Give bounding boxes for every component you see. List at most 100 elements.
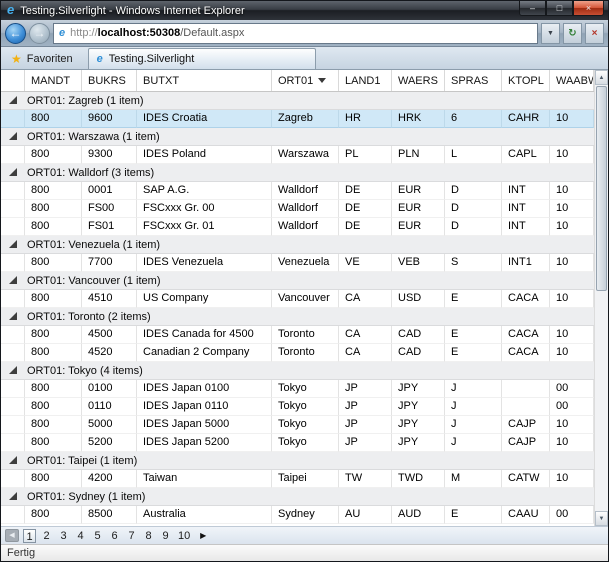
cell-butxt: Taiwan: [137, 470, 272, 488]
cell-waers: JPY: [392, 398, 445, 416]
collapse-expander-icon[interactable]: [9, 168, 17, 176]
collapse-expander-icon[interactable]: [9, 312, 17, 320]
row-indent-cell: [1, 218, 25, 236]
table-row[interactable]: 8000110IDES Japan 0110TokyoJPJPYJ00: [1, 398, 594, 416]
cell-ktopl: INT: [502, 218, 550, 236]
group-header-row[interactable]: ORT01: Sydney (1 item): [1, 488, 594, 506]
cell-ort01: Venezuela: [272, 254, 339, 272]
collapse-expander-icon[interactable]: [9, 96, 17, 104]
address-bar[interactable]: e http://localhost:50308/Default.aspx: [53, 23, 538, 44]
collapse-expander-icon[interactable]: [9, 276, 17, 284]
cell-butxt: IDES Japan 5200: [137, 434, 272, 452]
maximize-button[interactable]: □: [546, 1, 573, 16]
refresh-icon: ↻: [568, 28, 576, 39]
page-button-5[interactable]: 5: [91, 529, 104, 543]
previous-page-button[interactable]: ◀: [5, 529, 19, 542]
collapse-expander-icon[interactable]: [9, 456, 17, 464]
group-label: ORT01: Zagreb (1 item): [27, 95, 144, 107]
cell-ort01: Vancouver: [272, 290, 339, 308]
group-header-row[interactable]: ORT01: Venezuela (1 item): [1, 236, 594, 254]
table-row[interactable]: 8000100IDES Japan 0100TokyoJPJPYJ00: [1, 380, 594, 398]
column-header-waabw[interactable]: WAABW: [550, 70, 594, 91]
table-row[interactable]: 8009300IDES PolandWarszawaPLPLNLCAPL10: [1, 146, 594, 164]
cell-spras: J: [445, 398, 502, 416]
forward-button[interactable]: →: [29, 23, 50, 44]
scroll-up-button[interactable]: ▲: [595, 70, 608, 85]
cell-waabw: 10: [550, 254, 594, 272]
column-header-waers[interactable]: WAERS: [392, 70, 445, 91]
favorites-label: Favoriten: [27, 53, 73, 65]
cell-bukrs: 0100: [82, 380, 137, 398]
page-button-3[interactable]: 3: [57, 529, 70, 543]
row-indent-cell: [1, 182, 25, 200]
address-dropdown-button[interactable]: ▼: [541, 23, 560, 44]
collapse-expander-icon[interactable]: [9, 492, 17, 500]
scroll-down-button[interactable]: ▼: [595, 511, 608, 526]
table-row[interactable]: 8007700IDES VenezuelaVenezuelaVEVEBSINT1…: [1, 254, 594, 272]
table-row[interactable]: 800FS00FSCxxx Gr. 00WalldorfDEEURDINT10: [1, 200, 594, 218]
cell-mandt: 800: [25, 200, 82, 218]
back-button[interactable]: ←: [5, 23, 26, 44]
group-header-row[interactable]: ORT01: Walldorf (3 items): [1, 164, 594, 182]
collapse-expander-icon[interactable]: [9, 132, 17, 140]
column-header-mandt[interactable]: MANDT: [25, 70, 82, 91]
scroll-down-icon: ▼: [599, 516, 605, 522]
column-header-land1[interactable]: LAND1: [339, 70, 392, 91]
stop-button[interactable]: ×: [585, 23, 604, 44]
table-row[interactable]: 8004520Canadian 2 CompanyTorontoCACADECA…: [1, 344, 594, 362]
page-button-9[interactable]: 9: [159, 529, 172, 543]
column-header-ktopl[interactable]: KTOPL: [502, 70, 550, 91]
cell-mandt: 800: [25, 470, 82, 488]
page-button-7[interactable]: 7: [125, 529, 138, 543]
group-header-row[interactable]: ORT01: Toronto (2 items): [1, 308, 594, 326]
next-page-button[interactable]: ▶: [196, 529, 210, 542]
scrollbar-track[interactable]: [595, 85, 608, 511]
cell-ort01: Toronto: [272, 326, 339, 344]
cell-spras: D: [445, 200, 502, 218]
minimize-button[interactable]: –: [519, 1, 546, 16]
page-button-1[interactable]: 1: [23, 529, 36, 543]
cell-land1: AU: [339, 506, 392, 524]
cell-waers: EUR: [392, 218, 445, 236]
refresh-button[interactable]: ↻: [563, 23, 582, 44]
table-row[interactable]: 8005200IDES Japan 5200TokyoJPJPYJCAJP10: [1, 434, 594, 452]
column-header-ort01[interactable]: ORT01: [272, 70, 339, 91]
table-row[interactable]: 800FS01FSCxxx Gr. 01WalldorfDEEURDINT10: [1, 218, 594, 236]
group-header-row[interactable]: ORT01: Zagreb (1 item): [1, 92, 594, 110]
favorites-button[interactable]: ★ Favoriten: [4, 49, 80, 69]
table-row[interactable]: 8004510US CompanyVancouverCAUSDECACA10: [1, 290, 594, 308]
column-header-label: BUKRS: [88, 75, 126, 87]
scrollbar-thumb[interactable]: [596, 86, 607, 291]
group-label: ORT01: Tokyo (4 items): [27, 365, 143, 377]
table-row[interactable]: 8004200TaiwanTaipeiTWTWDMCATW10: [1, 470, 594, 488]
page-button-2[interactable]: 2: [40, 529, 53, 543]
collapse-expander-icon[interactable]: [9, 366, 17, 374]
page-button-10[interactable]: 10: [176, 529, 192, 543]
cell-ort01: Tokyo: [272, 416, 339, 434]
group-header-row[interactable]: ORT01: Vancouver (1 item): [1, 272, 594, 290]
cell-bukrs: 0110: [82, 398, 137, 416]
column-header-butxt[interactable]: BUTXT: [137, 70, 272, 91]
collapse-expander-icon[interactable]: [9, 240, 17, 248]
cell-mandt: 800: [25, 416, 82, 434]
table-row[interactable]: 8004500IDES Canada for 4500TorontoCACADE…: [1, 326, 594, 344]
table-row[interactable]: 8005000IDES Japan 5000TokyoJPJPYJCAJP10: [1, 416, 594, 434]
group-header-row[interactable]: ORT01: Warszawa (1 item): [1, 128, 594, 146]
table-row[interactable]: 8008500AustraliaSydneyAUAUDECAAU00: [1, 506, 594, 524]
group-header-row[interactable]: ORT01: Taipei (1 item): [1, 452, 594, 470]
grid-body: ORT01: Zagreb (1 item) 8009600IDES Croati…: [1, 92, 594, 526]
page-button-6[interactable]: 6: [108, 529, 121, 543]
close-icon: ×: [586, 3, 591, 13]
page-button-4[interactable]: 4: [74, 529, 87, 543]
vertical-scrollbar[interactable]: ▲ ▼: [594, 70, 608, 526]
column-header-spras[interactable]: SPRAS: [445, 70, 502, 91]
cell-waers: PLN: [392, 146, 445, 164]
group-header-row[interactable]: ORT01: Tokyo (4 items): [1, 362, 594, 380]
column-header-bukrs[interactable]: BUKRS: [82, 70, 137, 91]
cell-waabw: 10: [550, 416, 594, 434]
table-row[interactable]: 8000001SAP A.G.WalldorfDEEURDINT10: [1, 182, 594, 200]
close-button[interactable]: ×: [573, 1, 604, 16]
page-button-8[interactable]: 8: [142, 529, 155, 543]
tab-testing-silverlight[interactable]: e Testing.Silverlight: [88, 48, 316, 69]
table-row[interactable]: 8009600IDES CroatiaZagrebHRHRK6CAHR10: [1, 110, 594, 128]
